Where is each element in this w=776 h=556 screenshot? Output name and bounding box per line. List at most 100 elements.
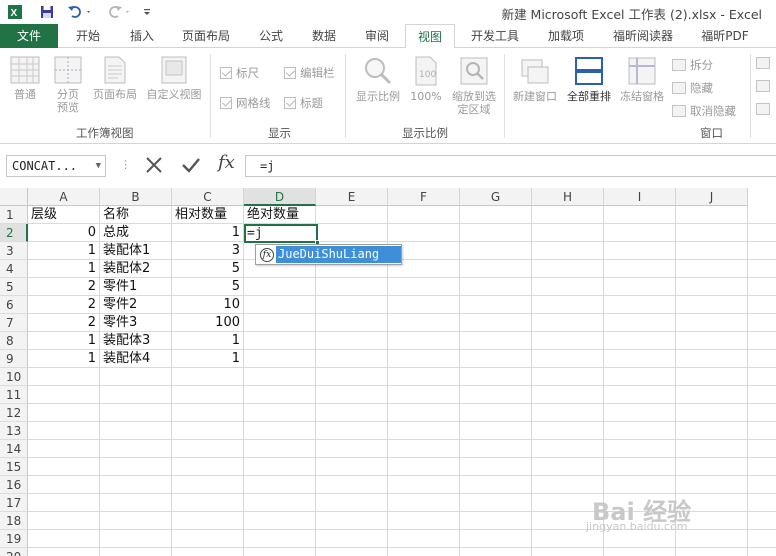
- cell-c2[interactable]: 1: [172, 224, 244, 242]
- row-header[interactable]: 17: [0, 494, 28, 512]
- tab-file[interactable]: 文件: [0, 24, 58, 48]
- row-header[interactable]: 12: [0, 404, 28, 422]
- cell-a6[interactable]: 2: [28, 296, 100, 314]
- row-header[interactable]: 3: [0, 242, 28, 260]
- tab-review[interactable]: 审阅: [352, 24, 402, 48]
- unhide-button[interactable]: 取消隐藏: [672, 103, 736, 119]
- cell-b2[interactable]: 总成: [100, 224, 172, 242]
- save-icon[interactable]: [38, 3, 56, 21]
- zoom-100-button[interactable]: 100 100%: [406, 56, 446, 103]
- column-header[interactable]: E: [316, 188, 388, 206]
- column-header[interactable]: F: [388, 188, 460, 206]
- formula-autocomplete[interactable]: fx JueDuiShuLiang: [255, 244, 402, 265]
- cell-b9[interactable]: 装配体4: [100, 350, 172, 368]
- cell-a3[interactable]: 1: [28, 242, 100, 260]
- name-box[interactable]: CONCAT... ▼: [6, 155, 106, 177]
- row-header[interactable]: 11: [0, 386, 28, 404]
- page-break-preview-button[interactable]: 分页预览: [48, 56, 88, 114]
- column-header[interactable]: G: [460, 188, 532, 206]
- select-all-corner[interactable]: [0, 188, 28, 206]
- row-header[interactable]: 19: [0, 530, 28, 548]
- tab-data[interactable]: 数据: [298, 24, 350, 48]
- undo-icon[interactable]: [66, 3, 94, 21]
- row-header[interactable]: 14: [0, 440, 28, 458]
- cell-c7[interactable]: 100: [172, 314, 244, 332]
- cell-a8[interactable]: 1: [28, 332, 100, 350]
- cell-b4[interactable]: 装配体2: [100, 260, 172, 278]
- tab-home[interactable]: 开始: [62, 24, 114, 48]
- tab-insert[interactable]: 插入: [116, 24, 168, 48]
- tab-view[interactable]: 视图: [405, 24, 455, 49]
- hide-button[interactable]: 隐藏: [672, 80, 713, 96]
- normal-view-button[interactable]: 普通: [4, 56, 46, 101]
- row-header[interactable]: 18: [0, 512, 28, 530]
- column-header[interactable]: A: [28, 188, 100, 206]
- row-header[interactable]: 7: [0, 314, 28, 332]
- row-header[interactable]: 5: [0, 278, 28, 296]
- cell-b1[interactable]: 名称: [100, 206, 172, 224]
- tab-foxit-pdf[interactable]: 福昕PDF: [690, 24, 760, 48]
- cell-c3[interactable]: 3: [172, 242, 244, 260]
- column-header[interactable]: J: [676, 188, 748, 206]
- cell-c8[interactable]: 1: [172, 332, 244, 350]
- side-by-side-icon[interactable]: [756, 57, 774, 69]
- cell-a1[interactable]: 层级: [28, 206, 100, 224]
- cell-a2[interactable]: 0: [28, 224, 100, 242]
- autocomplete-item[interactable]: JueDuiShuLiang: [276, 246, 401, 263]
- freeze-panes-button[interactable]: 冻结窗格: [616, 56, 668, 103]
- sync-scroll-icon[interactable]: [756, 80, 774, 92]
- customize-quick-access-icon[interactable]: [140, 3, 154, 21]
- zoom-button[interactable]: 显示比例: [352, 56, 404, 103]
- cell-a9[interactable]: 1: [28, 350, 100, 368]
- cell-b5[interactable]: 零件1: [100, 278, 172, 296]
- cell-d1[interactable]: 绝对数量: [244, 206, 316, 224]
- cell-a7[interactable]: 2: [28, 314, 100, 332]
- reset-position-icon[interactable]: [756, 103, 774, 115]
- row-header[interactable]: 8: [0, 332, 28, 350]
- gridlines-checkbox[interactable]: 网格线: [220, 95, 271, 111]
- ruler-checkbox[interactable]: 标尺: [220, 65, 259, 81]
- column-header[interactable]: B: [100, 188, 172, 206]
- formula-bar-checkbox[interactable]: 编辑栏: [284, 65, 335, 81]
- split-button[interactable]: 拆分: [672, 57, 713, 73]
- row-header[interactable]: 16: [0, 476, 28, 494]
- headings-checkbox[interactable]: 标题: [284, 95, 323, 111]
- enter-check-icon[interactable]: [180, 154, 202, 179]
- chevron-down-icon[interactable]: ▼: [96, 156, 101, 176]
- cell-c6[interactable]: 10: [172, 296, 244, 314]
- column-header[interactable]: H: [532, 188, 604, 206]
- insert-function-icon[interactable]: fx: [218, 152, 235, 173]
- cell-c4[interactable]: 5: [172, 260, 244, 278]
- column-header[interactable]: D: [244, 188, 316, 206]
- cell-c9[interactable]: 1: [172, 350, 244, 368]
- column-header[interactable]: I: [604, 188, 676, 206]
- cell-a4[interactable]: 1: [28, 260, 100, 278]
- row-header[interactable]: 13: [0, 422, 28, 440]
- cell-b3[interactable]: 装配体1: [100, 242, 172, 260]
- redo-icon[interactable]: [106, 3, 134, 21]
- column-header[interactable]: C: [172, 188, 244, 206]
- custom-views-button[interactable]: 自定义视图: [143, 56, 205, 101]
- cell-c1[interactable]: 相对数量: [172, 206, 244, 224]
- tab-formulas[interactable]: 公式: [246, 24, 296, 48]
- row-header[interactable]: 15: [0, 458, 28, 476]
- page-layout-view-button[interactable]: 页面布局: [90, 56, 140, 101]
- row-header[interactable]: 9: [0, 350, 28, 368]
- arrange-all-button[interactable]: 全部重排: [562, 56, 616, 103]
- tab-page-layout[interactable]: 页面布局: [172, 24, 240, 48]
- tab-add-ins[interactable]: 加载项: [536, 24, 596, 48]
- zoom-to-selection-button[interactable]: 缩放到选定区域: [448, 56, 500, 116]
- row-header[interactable]: 6: [0, 296, 28, 314]
- tab-developer[interactable]: 开发工具: [462, 24, 528, 48]
- tab-foxit-reader[interactable]: 福昕阅读器: [604, 24, 682, 48]
- cancel-icon[interactable]: [143, 154, 165, 179]
- formula-input[interactable]: =j: [245, 155, 776, 177]
- row-header[interactable]: 20: [0, 548, 28, 556]
- row-header[interactable]: 1: [0, 206, 28, 224]
- cell-b7[interactable]: 零件3: [100, 314, 172, 332]
- row-header[interactable]: 10: [0, 368, 28, 386]
- row-header[interactable]: 4: [0, 260, 28, 278]
- cell-a5[interactable]: 2: [28, 278, 100, 296]
- cell-b6[interactable]: 零件2: [100, 296, 172, 314]
- cell-b8[interactable]: 装配体3: [100, 332, 172, 350]
